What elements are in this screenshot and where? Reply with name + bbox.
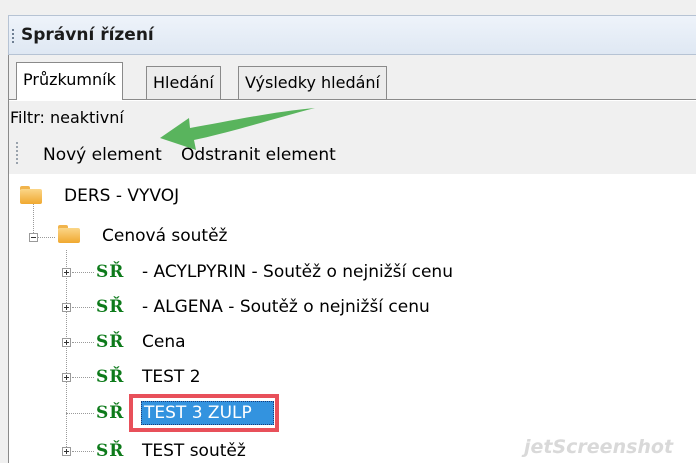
tree-item-label[interactable]: - ACYLPYRIN - Soutěž o nejnižší cenu — [142, 262, 453, 282]
expand-icon[interactable] — [62, 373, 71, 382]
tree-line — [66, 250, 68, 455]
expand-icon[interactable] — [62, 447, 71, 456]
expand-icon[interactable] — [62, 303, 71, 312]
tree-item-label[interactable]: - ALGENA - Soutěž o nejnižší cenu — [142, 297, 430, 317]
collapse-icon[interactable] — [29, 233, 38, 242]
tab-vysledky-hledani[interactable]: Výsledky hledání — [238, 66, 387, 99]
toolbar-grip-icon[interactable] — [16, 142, 18, 164]
tree-item-label[interactable]: Cena — [142, 332, 186, 352]
tree-item-selected[interactable]: TEST 3 ZULP — [141, 401, 274, 425]
sr-icon: SŘ — [96, 403, 125, 423]
sr-icon: SŘ — [96, 441, 125, 461]
tree-item-label[interactable]: TEST 2 — [142, 367, 201, 387]
tree-line — [33, 203, 35, 237]
panel-title: Správní řízení — [21, 25, 154, 45]
tab-hledani[interactable]: Hledání — [146, 66, 221, 99]
sr-icon: SŘ — [96, 262, 125, 282]
panel-header: Správní řízení — [8, 15, 696, 55]
tree-group-label[interactable]: Cenová soutěž — [102, 226, 227, 246]
expand-icon[interactable] — [62, 268, 71, 277]
tree-line — [72, 377, 94, 379]
filter-status: Filtr: neaktivní — [10, 108, 124, 127]
tree-root-label[interactable]: DERS - VYVOJ — [64, 186, 179, 206]
tree-line — [72, 307, 94, 309]
drag-grip-icon[interactable] — [12, 29, 14, 43]
delete-element-button[interactable]: Odstranit element — [181, 145, 336, 165]
watermark: jetScreenshot — [524, 436, 674, 458]
tree-line — [72, 272, 94, 274]
expand-icon[interactable] — [62, 338, 71, 347]
tree-line — [72, 451, 94, 453]
tree-line — [72, 342, 94, 344]
tree-line — [66, 413, 94, 415]
tab-pruzkumnik[interactable]: Průzkumník — [16, 62, 123, 100]
folder-icon — [20, 186, 42, 204]
sr-icon: SŘ — [96, 367, 125, 387]
tree-line — [38, 237, 55, 238]
tree-item-label[interactable]: TEST soutěž — [142, 441, 246, 461]
sr-icon: SŘ — [96, 297, 125, 317]
folder-icon — [58, 225, 80, 243]
new-element-button[interactable]: Nový element — [43, 145, 162, 165]
sr-icon: SŘ — [96, 332, 125, 352]
